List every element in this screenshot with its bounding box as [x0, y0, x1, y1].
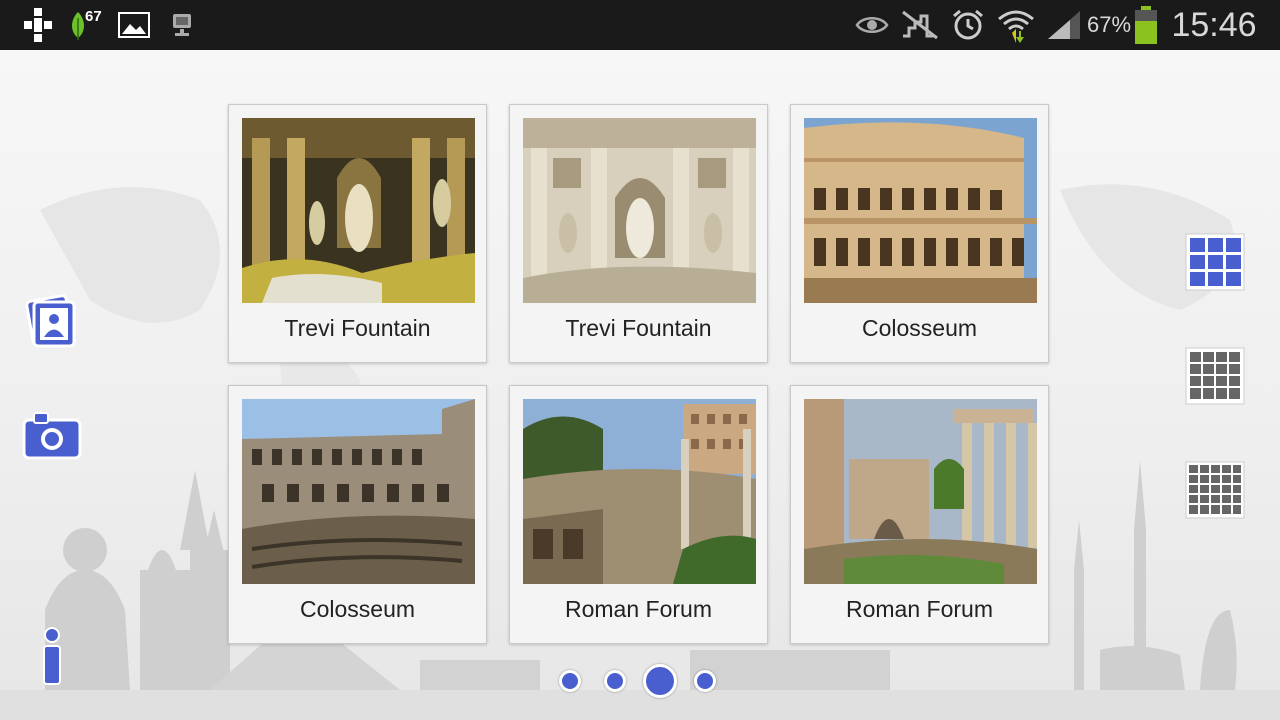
- cell-signal-icon: [1044, 0, 1084, 50]
- usb-icon: [20, 0, 56, 50]
- page-dot-3-active[interactable]: [643, 664, 677, 698]
- clock: 15:46: [1171, 5, 1257, 44]
- page-dot-1[interactable]: [559, 670, 581, 692]
- image-icon: [117, 0, 151, 50]
- photo-album-button[interactable]: [22, 292, 80, 352]
- alarm-icon: [950, 0, 986, 50]
- info-button[interactable]: [38, 626, 68, 686]
- gallery-card-colosseum-2[interactable]: Colosseum: [228, 385, 487, 644]
- photo-colosseum-exterior: [804, 118, 1037, 303]
- wifi-icon: [996, 0, 1036, 50]
- grid-4x4-icon: [1185, 347, 1245, 405]
- gallery-card-label: Trevi Fountain: [565, 315, 712, 341]
- photo-roman-forum-columns: [804, 399, 1037, 584]
- info-icon: [43, 627, 61, 685]
- no-signal-icon: [898, 0, 942, 50]
- gallery-card-label: Roman Forum: [565, 596, 712, 622]
- photo-trevi-fountain-day: [523, 118, 756, 303]
- gallery-card-label: Roman Forum: [846, 596, 993, 622]
- gallery-card-label: Colosseum: [861, 315, 978, 341]
- gallery-card-roman-forum-1[interactable]: Roman Forum: [509, 385, 768, 644]
- grid-3x3-button[interactable]: [1184, 232, 1248, 294]
- eye-icon: [854, 0, 890, 50]
- gallery-card-colosseum-1[interactable]: Colosseum: [790, 104, 1049, 363]
- gallery-card-label: Trevi Fountain: [284, 315, 431, 341]
- battery-icon: [1132, 0, 1160, 50]
- grid-5x5-button[interactable]: [1184, 460, 1248, 522]
- battery-percent: 67%: [1086, 12, 1132, 37]
- camera-button[interactable]: [22, 410, 84, 462]
- notification-count: 67: [85, 8, 102, 25]
- grid-3x3-icon: [1185, 233, 1245, 291]
- status-bar: 67 67% 15:46: [0, 0, 1280, 50]
- gallery-card-roman-forum-2[interactable]: Roman Forum: [790, 385, 1049, 644]
- photo-roman-forum-view: [523, 399, 756, 584]
- grid-5x5-icon: [1185, 461, 1245, 519]
- gallery-card-label: Colosseum: [299, 596, 416, 622]
- grid-4x4-button[interactable]: [1184, 346, 1248, 408]
- sync-icon: [168, 0, 196, 50]
- page-dot-2[interactable]: [604, 670, 626, 692]
- photo-colosseum-interior: [242, 399, 475, 584]
- page-dot-4[interactable]: [694, 670, 716, 692]
- photo-album-icon: [25, 294, 76, 348]
- gallery-card-trevi-fountain-1[interactable]: Trevi Fountain: [228, 104, 487, 363]
- gallery-card-trevi-fountain-2[interactable]: Trevi Fountain: [509, 104, 768, 363]
- photo-trevi-fountain-night: [242, 118, 475, 303]
- camera-icon: [22, 412, 82, 460]
